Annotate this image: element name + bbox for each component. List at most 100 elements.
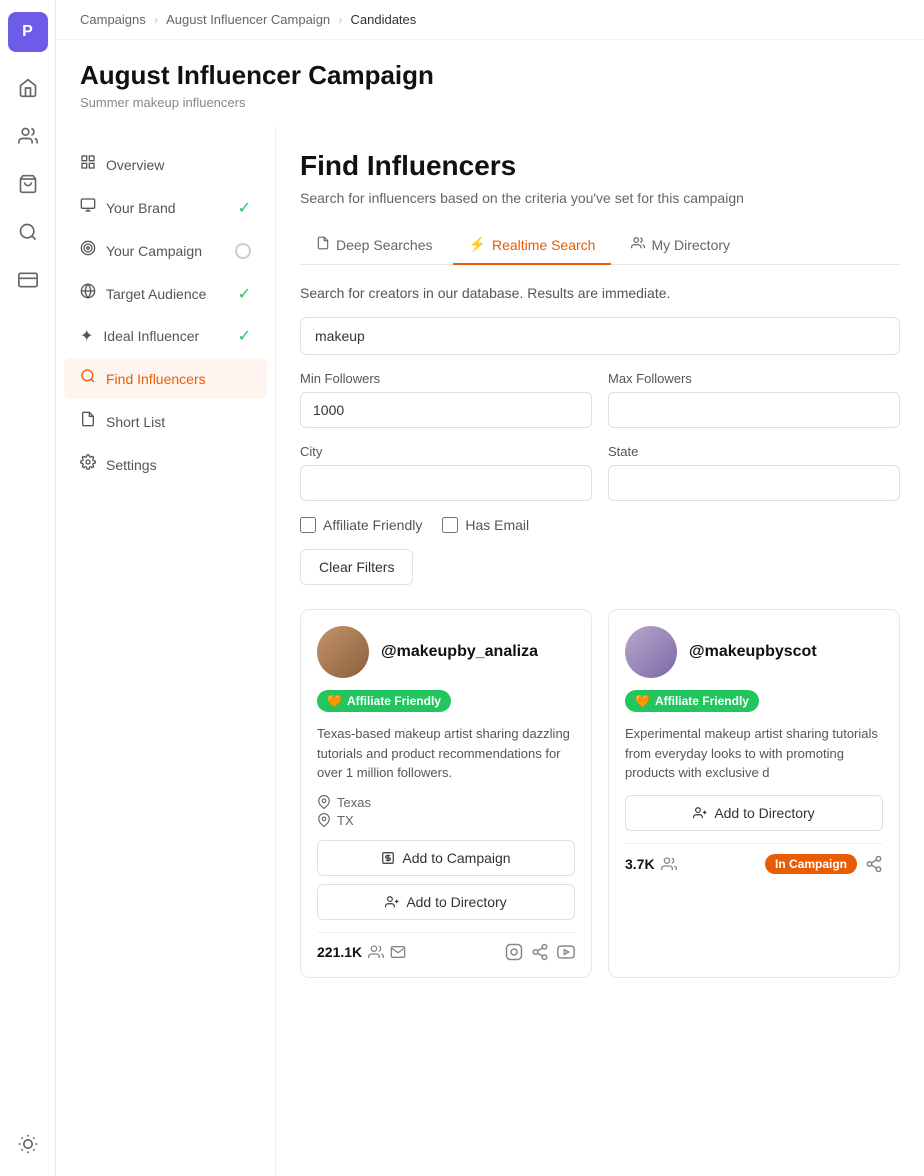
sidebar-label-your-campaign: Your Campaign (106, 243, 202, 259)
tab-deep-searches[interactable]: Deep Searches (300, 226, 449, 265)
app-logo-icon[interactable]: P (8, 12, 48, 52)
nav-search-icon[interactable] (8, 212, 48, 252)
short-list-icon (80, 411, 96, 432)
search-description: Search for creators in our database. Res… (300, 285, 900, 301)
your-brand-check: ✓ (238, 198, 251, 218)
state-input[interactable] (608, 465, 900, 501)
search-input[interactable] (300, 317, 900, 355)
sidebar-item-ideal-influencer[interactable]: ✦ Ideal Influencer ✓ (64, 316, 267, 356)
max-followers-group: Max Followers (608, 371, 900, 428)
filter-row-followers: Min Followers Max Followers (300, 371, 900, 428)
share-icon-1 (865, 855, 883, 873)
breadcrumb-campaign[interactable]: August Influencer Campaign (166, 12, 330, 27)
max-followers-input[interactable] (608, 392, 900, 428)
sidebar-label-settings: Settings (106, 457, 157, 473)
page-subtitle: Summer makeup influencers (80, 95, 900, 110)
location-state-row-0: TX (317, 813, 575, 828)
add-to-directory-button-0[interactable]: Add to Directory (317, 884, 575, 920)
sidebar-item-target-audience[interactable]: Target Audience ✓ (64, 273, 267, 314)
search-input-wrap (300, 317, 900, 355)
bio-1: Experimental makeup artist sharing tutor… (625, 724, 883, 783)
sidebar-item-short-list[interactable]: Short List (64, 401, 267, 442)
breadcrumb-sep-1: › (154, 12, 158, 27)
affiliate-badge-1: 🧡 Affiliate Friendly (625, 690, 883, 712)
has-email-checkbox-label[interactable]: Has Email (442, 517, 529, 533)
state-label: State (608, 444, 900, 459)
has-email-text: Has Email (465, 517, 529, 533)
location-city-0: Texas (337, 795, 371, 810)
in-campaign-badge-1: In Campaign (765, 854, 857, 874)
follower-count-0: 221.1K (317, 944, 406, 960)
breadcrumb-campaigns[interactable]: Campaigns (80, 12, 146, 27)
affiliate-friendly-checkbox-label[interactable]: Affiliate Friendly (300, 517, 422, 533)
page-title: August Influencer Campaign (80, 60, 900, 91)
add-to-campaign-button-0[interactable]: Add to Campaign (317, 840, 575, 876)
sidebar-item-overview[interactable]: Overview (64, 144, 267, 185)
city-label: City (300, 444, 592, 459)
sidebar-item-your-campaign[interactable]: Your Campaign (64, 230, 267, 271)
has-email-checkbox[interactable] (442, 517, 458, 533)
your-campaign-icon (80, 240, 96, 261)
avatar-1: 👤 (625, 626, 677, 678)
card-header-1: 👤 @makeupbyscot (625, 626, 883, 678)
min-followers-group: Min Followers (300, 371, 592, 428)
card-header-0: 👤 @makeupby_analiza (317, 626, 575, 678)
nav-creditcard-icon[interactable] (8, 260, 48, 300)
affiliate-friendly-checkbox[interactable] (300, 517, 316, 533)
sidebar-label-short-list: Short List (106, 414, 165, 430)
affiliate-friendly-text: Affiliate Friendly (323, 517, 422, 533)
location-info-0: Texas TX (317, 795, 575, 828)
realtime-tab-icon: ⚡ (469, 236, 486, 253)
nav-store-icon[interactable] (8, 164, 48, 204)
sidebar-item-your-brand[interactable]: Your Brand ✓ (64, 187, 267, 228)
instagram-icon-0 (505, 943, 523, 961)
breadcrumb-sep-2: › (338, 12, 342, 27)
location-city-row-0: Texas (317, 795, 575, 810)
tab-realtime-search[interactable]: ⚡ Realtime Search (453, 226, 612, 265)
sidebar-label-your-brand: Your Brand (106, 200, 176, 216)
sidebar-label-overview: Overview (106, 157, 164, 173)
city-group: City (300, 444, 592, 501)
deep-searches-tab-icon (316, 236, 330, 253)
card-footer-0: 221.1K (317, 932, 575, 961)
target-audience-icon (80, 283, 96, 304)
clear-filters-button[interactable]: Clear Filters (300, 549, 413, 585)
nav-theme-icon[interactable] (8, 1124, 48, 1164)
location-state-0: TX (337, 813, 354, 828)
min-followers-label: Min Followers (300, 371, 592, 386)
add-to-directory-button-1[interactable]: Add to Directory (625, 795, 883, 831)
nav-users-icon[interactable] (8, 116, 48, 156)
action-buttons-1: Add to Directory (625, 795, 883, 831)
influencer-card-0: 👤 @makeupby_analiza 🧡 Affiliate Friendly… (300, 609, 592, 978)
affiliate-badge-text-0: 🧡 Affiliate Friendly (317, 690, 451, 712)
ideal-influencer-icon: ✦ (80, 326, 93, 346)
sidebar-label-find-influencers: Find Influencers (106, 371, 206, 387)
tab-my-directory-label: My Directory (651, 237, 730, 253)
search-tabs: Deep Searches ⚡ Realtime Search My Direc… (300, 226, 900, 265)
overview-icon (80, 154, 96, 175)
sidebar-label-target-audience: Target Audience (106, 286, 206, 302)
city-input[interactable] (300, 465, 592, 501)
ideal-influencer-check: ✓ (238, 326, 251, 346)
page-header: August Influencer Campaign Summer makeup… (56, 40, 924, 126)
tab-realtime-label: Realtime Search (492, 237, 596, 253)
sidebar-label-ideal-influencer: Ideal Influencer (103, 328, 199, 344)
main-area: Campaigns › August Influencer Campaign ›… (56, 0, 924, 1176)
sidebar-item-settings[interactable]: Settings (64, 444, 267, 485)
breadcrumb-current: Candidates (351, 12, 417, 27)
left-sidebar: Overview Your Brand ✓ Your Campaign (56, 126, 276, 1176)
sidebar-nav: P (0, 0, 56, 1176)
tab-my-directory[interactable]: My Directory (615, 226, 746, 265)
share-icon-0 (531, 943, 549, 961)
right-content: Find Influencers Search for influencers … (276, 126, 924, 1176)
tab-deep-searches-label: Deep Searches (336, 237, 433, 253)
handle-0: @makeupby_analiza (381, 643, 538, 661)
filter-row-location: City State (300, 444, 900, 501)
nav-home-icon[interactable] (8, 68, 48, 108)
handle-1: @makeupbyscot (689, 643, 817, 661)
sidebar-item-find-influencers[interactable]: Find Influencers (64, 358, 267, 399)
content-layout: Overview Your Brand ✓ Your Campaign (56, 126, 924, 1176)
find-influencers-subtitle: Search for influencers based on the crit… (300, 190, 900, 206)
min-followers-input[interactable] (300, 392, 592, 428)
social-icons-0 (505, 943, 575, 961)
